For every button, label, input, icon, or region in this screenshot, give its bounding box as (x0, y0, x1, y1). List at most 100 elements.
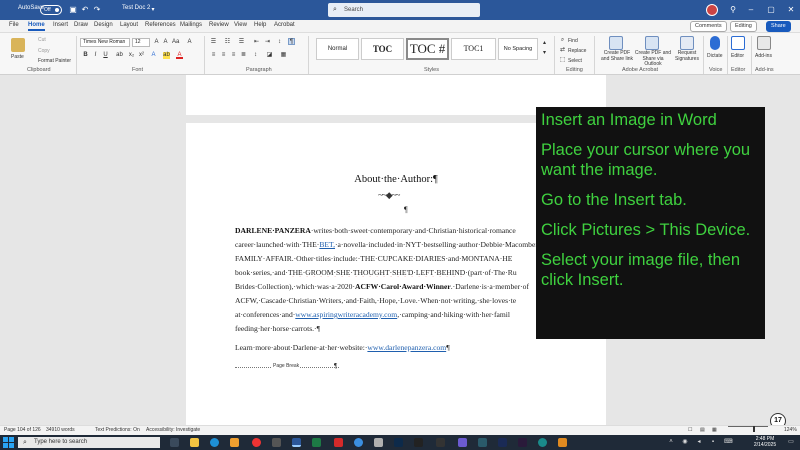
notification-icon[interactable]: ▭ (788, 439, 794, 445)
tab-view[interactable]: View (234, 22, 247, 28)
save-icon[interactable]: ▣ (68, 5, 78, 15)
file-explorer-icon[interactable] (190, 438, 199, 447)
multilevel-list-icon[interactable]: ☰ (238, 39, 245, 46)
align-left-icon[interactable]: ≡ (210, 52, 217, 59)
format-painter-button[interactable]: Format Painter (38, 58, 71, 64)
shading-icon[interactable]: ◪ (266, 52, 273, 59)
grow-font-icon[interactable]: A (153, 39, 160, 46)
accessibility-status[interactable]: Accessibility: Investigate (146, 426, 200, 435)
find-button[interactable]: Find (568, 38, 578, 44)
tab-references[interactable]: References (145, 22, 176, 28)
academy-link[interactable]: www.aspiringwriteracademy.com (295, 310, 397, 319)
tray-expand-icon[interactable]: ˄ (668, 439, 674, 445)
acrobat-icon[interactable] (334, 438, 343, 447)
photoshop-icon[interactable] (394, 438, 403, 447)
task-view-icon[interactable] (170, 438, 179, 447)
add-ins-icon[interactable] (757, 36, 771, 50)
tab-file[interactable]: File (9, 22, 19, 28)
paste-label[interactable]: Paste (11, 54, 24, 60)
editing-mode-button[interactable]: Editing (730, 21, 757, 32)
bio-line[interactable]: at·conferences·and·www.aspiringwriteraca… (235, 310, 565, 319)
editor-icon[interactable] (731, 36, 745, 50)
font-name-select[interactable]: Times New Roman (80, 38, 130, 47)
signature-icon[interactable] (680, 36, 694, 50)
premiere-icon[interactable] (498, 438, 507, 447)
zoom-level[interactable]: 124% (784, 426, 797, 435)
maximize-button[interactable]: ▢ (764, 3, 778, 17)
bio-line[interactable]: ACFW,·Cascade·Christian·Writers,·and·Fai… (235, 296, 565, 305)
bio-line[interactable]: FAMILY·AFFAIR.·Other·titles·include:·THE… (235, 254, 565, 263)
excel-icon[interactable] (312, 438, 321, 447)
volume-icon[interactable]: ◂ (696, 439, 702, 445)
numbering-icon[interactable]: ☷ (224, 39, 231, 46)
bridge-icon[interactable] (414, 438, 423, 447)
avatar[interactable] (706, 4, 718, 16)
paste-icon[interactable] (11, 38, 25, 52)
comments-button[interactable]: Comments (690, 21, 727, 32)
style-toc[interactable]: TOC (361, 38, 404, 60)
taskbar-search-input[interactable]: ⌕ Type here to search (18, 437, 160, 448)
share-button[interactable]: Share (766, 21, 791, 32)
line-spacing-icon[interactable]: ↕ (252, 52, 259, 59)
decrease-indent-icon[interactable]: ⇤ (253, 39, 260, 46)
autosave-toggle[interactable]: Off (40, 5, 62, 15)
request-signatures-button[interactable]: Request Signatures (672, 50, 702, 62)
redo-icon[interactable]: ↷ (92, 5, 102, 15)
zoom-slider[interactable] (728, 426, 768, 427)
subscript-icon[interactable]: x₂ (128, 52, 135, 59)
style-toc-hash[interactable]: TOC # (406, 38, 449, 60)
find-icon[interactable]: ⌕ (559, 37, 566, 44)
keyboard-icon[interactable]: ⌨ (724, 439, 733, 445)
copy-button[interactable]: Copy (38, 48, 50, 54)
focus-icon[interactable]: ☐ (688, 426, 692, 435)
bio-line[interactable]: feeding·her·horse·carrots.·¶ (235, 324, 565, 333)
explorer-icon[interactable] (230, 438, 239, 447)
clock[interactable]: 2:48 PM 2/14/2025 (748, 436, 782, 448)
app-icon-2[interactable] (374, 438, 383, 447)
network-icon[interactable]: ◉ (682, 439, 688, 445)
tab-layout[interactable]: Layout (120, 22, 138, 28)
website-link[interactable]: www.darlenepanzera.com (367, 343, 446, 352)
app-icon-7[interactable] (538, 438, 547, 447)
bio-line[interactable]: DARLENE·PANZERA·writes·both·sweet·contem… (235, 226, 565, 235)
add-ins-button[interactable]: Add-ins (755, 53, 772, 59)
vlc-icon[interactable] (558, 438, 567, 447)
clear-format-icon[interactable]: A (186, 39, 193, 46)
word-count[interactable]: 34910 words (46, 426, 75, 435)
pdf-outlook-icon[interactable] (645, 36, 659, 50)
font-color-icon[interactable]: A (176, 52, 183, 59)
align-right-icon[interactable]: ≡ (230, 52, 237, 59)
select-icon[interactable]: ⬚ (559, 57, 566, 64)
tab-review[interactable]: Review (209, 22, 229, 28)
bio-line[interactable]: book·series,·and·THE·GROOM·SHE·THOUGHT·S… (235, 268, 565, 277)
cut-button[interactable]: Cut (38, 37, 46, 43)
app-icon-3[interactable] (436, 438, 445, 447)
app-icon-6[interactable] (518, 438, 527, 447)
undo-icon[interactable]: ↶ (80, 5, 90, 15)
start-button[interactable] (3, 437, 14, 448)
bio-line[interactable]: career·launched·with·THE·BET,·a·novella·… (235, 240, 565, 249)
app-icon[interactable] (272, 438, 281, 447)
change-case-icon[interactable]: Aa (172, 39, 179, 46)
justify-icon[interactable]: ≣ (240, 52, 247, 59)
tray-app-icon[interactable]: ▪ (710, 439, 716, 445)
style-no-spacing[interactable]: No Spacing (498, 38, 538, 60)
chrome-icon-2[interactable] (354, 438, 363, 447)
borders-icon[interactable]: ▦ (280, 52, 287, 59)
style-normal[interactable]: Normal (316, 38, 359, 60)
chrome-icon[interactable] (252, 438, 261, 447)
replace-icon[interactable]: ⇄ (559, 47, 566, 54)
chevron-down-icon[interactable]: ▾ (148, 5, 158, 15)
tab-help[interactable]: Help (254, 22, 266, 28)
shrink-font-icon[interactable]: A (162, 39, 169, 46)
styles-scroll-up-icon[interactable]: ▴ (541, 40, 548, 47)
font-size-select[interactable]: 12 (132, 38, 150, 47)
read-mode-icon[interactable]: ▤ (700, 426, 705, 435)
tab-mailings[interactable]: Mailings (180, 22, 202, 28)
editor-button[interactable]: Editor (731, 53, 744, 59)
bullets-icon[interactable]: ☰ (210, 39, 217, 46)
text-predictions-status[interactable]: Text Predictions: On (95, 426, 140, 435)
print-layout-icon[interactable]: ▦ (712, 426, 717, 435)
strikethrough-icon[interactable]: ab (116, 52, 123, 59)
edge-icon[interactable] (210, 438, 219, 447)
